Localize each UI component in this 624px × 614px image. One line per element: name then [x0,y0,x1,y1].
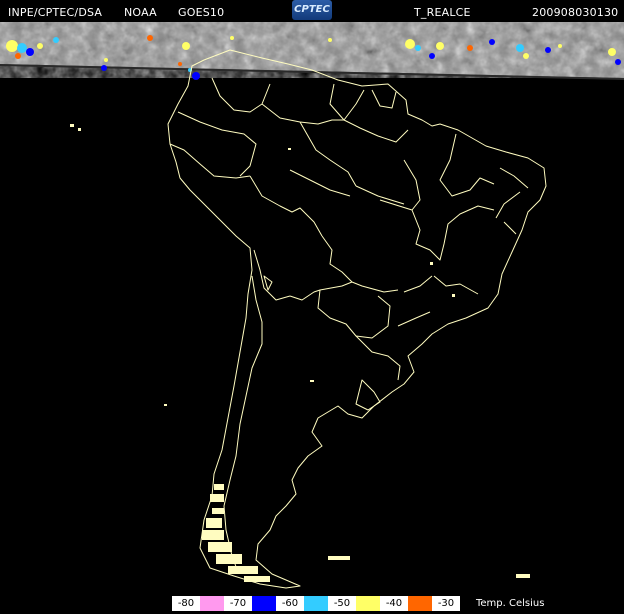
border-guianas [329,83,397,121]
legend-label: -80 [172,596,200,611]
legend-label: -70 [224,596,252,611]
legend-swatch [304,596,328,611]
cptec-logo: CPTEC [292,0,332,20]
legend-swatch [200,596,224,611]
border-argentina-uruguay [355,335,401,381]
uruguay-east [355,379,381,411]
island-specks [70,124,530,578]
brazil-state-lines [289,121,529,327]
border-colombia-south [177,111,257,177]
satellite-map [0,22,624,589]
agency-label: NOAA [124,6,157,19]
legend-swatch [356,596,380,611]
border-ecuador-peru [169,143,251,179]
border-brazil-bolivia [321,235,399,293]
border-argentina-chile [223,275,263,573]
border-bolivia-paraguay [289,281,353,301]
satellite-image-frame: INPE/CPTEC/DSA NOAA GOES10 CPTEC T_REALC… [0,0,624,614]
legend-label: -50 [328,596,356,611]
legend-label: -60 [276,596,304,611]
patagonia-cloud-cells [202,484,270,582]
legend-swatch [408,596,432,611]
legend-swatch [252,596,276,611]
border-peru-brazil [249,175,323,237]
border-bolivia-west [253,249,291,301]
product-label: T_REALCE [414,6,471,19]
border-paraguay [317,289,391,339]
legend-title: Temp. Celsius [476,598,545,609]
timestamp-label: 200908030130 [532,6,619,19]
coastline-and-borders [167,49,547,589]
border-colombia-venezuela [211,77,271,113]
source-label: INPE/CPTEC/DSA [8,6,103,19]
legend-label: -40 [380,596,408,611]
temperature-legend: -80 -70 -60 -50 -40 -30 [172,596,460,611]
cloud-band [0,22,624,80]
satellite-label: GOES10 [178,6,225,19]
lake-titicaca [263,275,273,291]
legend-label: -30 [432,596,460,611]
